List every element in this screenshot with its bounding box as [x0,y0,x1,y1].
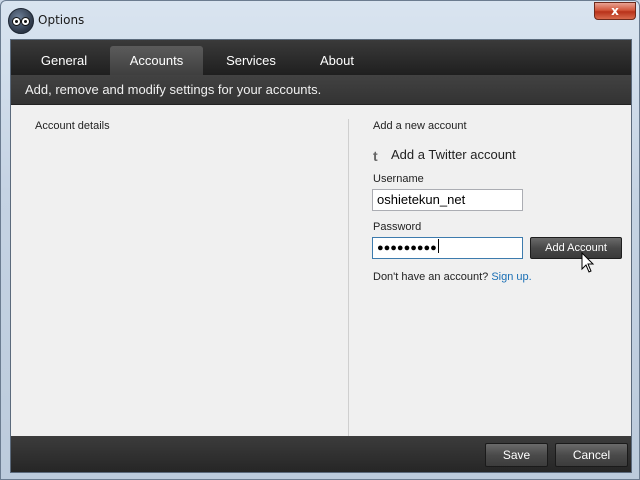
account-details-heading: Account details [35,120,110,132]
panel-divider [348,119,349,436]
page-description: Add, remove and modify settings for your… [11,75,631,105]
username-label: Username [373,173,424,185]
text-caret [437,239,439,253]
title-bar: Options x [1,1,639,39]
tab-services[interactable]: Services [207,46,295,75]
add-account-button[interactable]: Add Account [530,237,622,259]
tab-bar: General Accounts Services About [11,40,631,75]
footer-bar: Save Cancel [11,436,631,472]
window-title: Options [38,13,85,27]
close-button[interactable]: x [594,2,636,20]
add-account-heading: Add a new account [373,120,467,132]
mouse-pointer-icon [581,252,595,273]
tab-accounts[interactable]: Accounts [110,46,203,75]
add-twitter-account-row: t Add a Twitter account [373,147,516,165]
content-area: Account details Add a new account t Add a… [11,105,631,436]
app-logo-icon [8,8,34,34]
signup-prompt: Don't have an account? Sign up. [373,271,532,283]
signup-link[interactable]: Sign up. [491,271,531,283]
twitter-icon: t [373,148,378,164]
options-window: Options x General Accounts Services Abou… [0,0,640,480]
tab-about[interactable]: About [299,46,375,75]
no-account-text: Don't have an account? [373,271,489,283]
password-value: ●●●●●●●●● [377,242,437,254]
tab-general[interactable]: General [22,46,106,75]
cancel-button[interactable]: Cancel [555,443,628,467]
client-area: General Accounts Services About Add, rem… [10,39,632,473]
password-label: Password [373,221,422,233]
close-icon: x [611,4,619,18]
add-twitter-label: Add a Twitter account [391,147,516,162]
username-field[interactable]: oshietekun_net [372,189,523,211]
save-button[interactable]: Save [485,443,548,467]
username-value: oshietekun_net [377,192,466,207]
password-field[interactable]: ●●●●●●●●● [372,237,523,259]
